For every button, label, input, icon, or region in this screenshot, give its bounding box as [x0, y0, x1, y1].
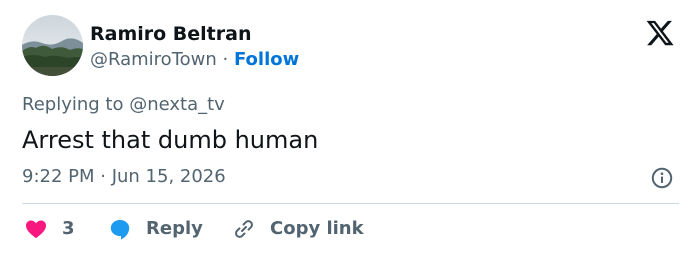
copy-link-button[interactable]: Copy link — [232, 216, 364, 242]
copy-link-label: Copy link — [270, 218, 364, 239]
reply-button[interactable]: Reply — [108, 216, 203, 242]
author-handle[interactable]: @RamiroTown — [90, 49, 217, 70]
author-name[interactable]: Ramiro Beltran — [90, 22, 251, 46]
x-logo-icon[interactable] — [645, 18, 675, 48]
heart-icon — [26, 220, 46, 239]
speech-bubble-icon — [110, 220, 130, 240]
author-meta: @RamiroTown · Follow — [90, 48, 299, 72]
avatar-landscape-image — [22, 15, 83, 76]
follow-button[interactable]: Follow — [234, 49, 299, 70]
tweet-timestamp[interactable]: 9:22 PM · Jun 15, 2026 — [22, 165, 226, 189]
replying-to: Replying to @nexta_tv — [22, 94, 225, 115]
info-icon[interactable] — [650, 166, 674, 190]
tweet-text: Arrest that dumb human — [22, 126, 319, 154]
meta-separator: · — [222, 49, 229, 70]
link-icon — [235, 220, 253, 238]
like-count: 3 — [62, 218, 75, 239]
divider — [22, 203, 679, 204]
avatar[interactable] — [22, 15, 83, 76]
reply-label: Reply — [146, 218, 203, 239]
like-button[interactable]: 3 — [24, 216, 75, 242]
